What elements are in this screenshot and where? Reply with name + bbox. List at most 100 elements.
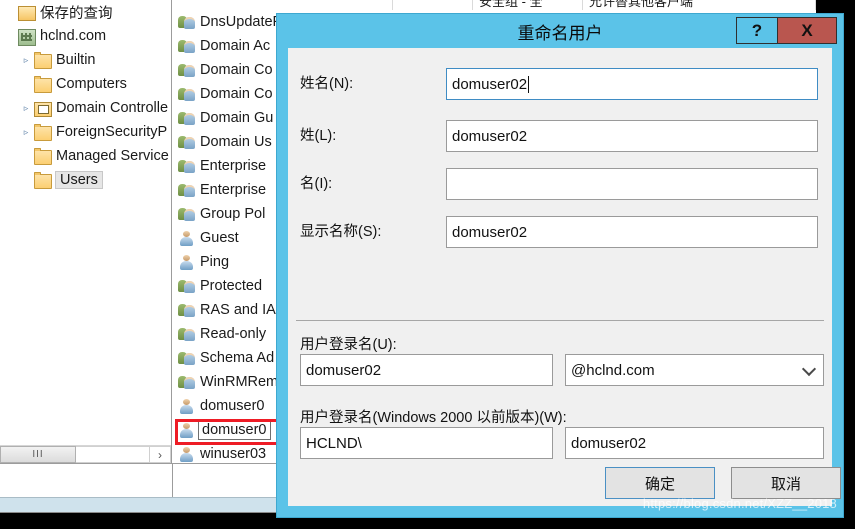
tree-item-label: Computers xyxy=(56,76,127,92)
tree-item-domain-controlle[interactable]: ▹ Domain Controlle xyxy=(0,96,171,120)
dialog-body: 姓名(N): domuser02 姓(L): domuser02 名(I): 显… xyxy=(288,48,841,506)
upn-suffix-value: @hclnd.com xyxy=(571,361,655,379)
user-icon xyxy=(178,398,196,415)
domain-icon xyxy=(18,28,36,46)
watermark-text: https://blog.csdn.net/XZZ__2018 xyxy=(642,496,837,511)
folder-icon xyxy=(34,148,52,165)
tree-item-label: 保存的查询 xyxy=(40,5,113,22)
tree-item-foreignsecurityp[interactable]: ▹ ForeignSecurityP xyxy=(0,120,171,144)
list-column-header[interactable] xyxy=(393,0,473,10)
scroll-right-arrow[interactable]: › xyxy=(149,446,171,463)
list-item-label: Protected xyxy=(200,278,263,294)
folder-icon-glyph xyxy=(34,78,52,93)
folder-icon-glyph xyxy=(34,126,52,141)
group-icon xyxy=(178,326,196,343)
domain-icon-glyph xyxy=(18,29,36,46)
tree-item-managed-service[interactable]: Managed Service xyxy=(0,144,171,168)
last-name-value: domuser02 xyxy=(452,127,528,145)
dialog-caption-buttons: ? X xyxy=(736,17,837,44)
tree-item-[interactable]: 保存的查询 xyxy=(0,0,171,24)
list-item-label: Ping xyxy=(200,254,230,270)
list-item-label: Guest xyxy=(200,230,239,246)
close-button[interactable]: X xyxy=(777,17,837,44)
ou-icon xyxy=(34,100,52,117)
scrollbar-track[interactable] xyxy=(76,446,149,463)
tree-horizontal-scrollbar[interactable]: III › xyxy=(0,445,171,463)
group-icon-glyph xyxy=(178,86,196,102)
tree-item-computers[interactable]: Computers xyxy=(0,72,171,96)
list-item-label: Read-only xyxy=(200,326,267,342)
tree-item-builtin[interactable]: ▹ Builtin xyxy=(0,48,171,72)
user-icon-glyph xyxy=(178,254,196,270)
list-item-label: Domain Us xyxy=(200,134,272,150)
list-item-label: Domain Co xyxy=(200,62,273,78)
list-item-label: DnsUpdateP xyxy=(200,14,283,30)
tree-item-label: ForeignSecurityP xyxy=(56,124,168,140)
sam-account-name-value: domuser02 xyxy=(571,434,647,452)
user-icon xyxy=(178,230,196,247)
group-icon xyxy=(178,374,196,391)
section-divider xyxy=(296,320,824,321)
scrollbar-thumb[interactable]: III xyxy=(0,446,76,463)
user-icon-glyph xyxy=(178,230,196,246)
inline-rename-input[interactable]: domuser0 xyxy=(198,420,272,440)
list-column-header[interactable]: 允许替其他客户端 xyxy=(583,0,816,10)
group-icon-glyph xyxy=(178,182,196,198)
tree-item-label: Managed Service xyxy=(56,148,169,164)
full-name-label: 姓名(N): xyxy=(300,76,354,92)
group-icon-glyph xyxy=(178,326,196,342)
user-icon-glyph xyxy=(178,446,196,462)
logon-name-input[interactable]: domuser02 xyxy=(300,354,553,386)
group-icon-glyph xyxy=(178,110,196,126)
list-item-label: RAS and IA xyxy=(200,302,276,318)
tree-item-label: Users xyxy=(55,171,103,189)
list-item-label: Domain Ac xyxy=(200,38,271,54)
group-icon xyxy=(178,350,196,367)
first-name-input[interactable] xyxy=(446,168,818,200)
cancel-button[interactable]: 取消 xyxy=(731,467,841,499)
screenshot-root: 保存的查询 hclnd.com ▹ Builtin Computers ▹ Domain C… xyxy=(0,0,855,529)
ok-button[interactable]: 确定 xyxy=(605,467,715,499)
folder-icon xyxy=(34,172,52,189)
console-tree-pane[interactable]: 保存的查询 hclnd.com ▹ Builtin Computers ▹ Domain C… xyxy=(0,0,172,463)
tree-item-hclnd-com[interactable]: hclnd.com xyxy=(0,24,171,48)
folder-icon xyxy=(34,52,52,69)
dialog-title-bar[interactable]: 重命名用户 ? X xyxy=(277,14,843,48)
rename-form: 姓名(N): domuser02 姓(L): domuser02 名(I): 显… xyxy=(288,48,832,459)
expand-arrow-icon[interactable]: ▹ xyxy=(18,127,34,137)
list-item-label: Group Pol xyxy=(200,206,266,222)
folder-icon-glyph xyxy=(34,54,52,69)
list-item-label: Enterprise xyxy=(200,158,267,174)
first-name-label: 名(I): xyxy=(300,176,333,192)
group-icon xyxy=(178,206,196,223)
chevron-down-icon xyxy=(801,361,817,377)
list-item-label: WinRMRem xyxy=(200,374,279,390)
text-caret xyxy=(528,75,530,93)
group-icon xyxy=(178,302,196,319)
user-icon-glyph xyxy=(178,398,196,414)
upn-suffix-dropdown[interactable]: @hclnd.com xyxy=(565,354,824,386)
folder-icon xyxy=(34,76,52,93)
logon-name-label: 用户登录名(U): xyxy=(300,337,397,353)
group-icon-glyph xyxy=(178,62,196,78)
expand-arrow-icon[interactable]: ▹ xyxy=(18,55,34,65)
group-icon-glyph xyxy=(178,38,196,54)
last-name-input[interactable]: domuser02 xyxy=(446,120,818,152)
expand-arrow-icon[interactable]: ▹ xyxy=(18,103,34,113)
group-icon-glyph xyxy=(178,302,196,318)
group-icon-glyph xyxy=(178,206,196,222)
list-column-header[interactable] xyxy=(173,0,393,10)
list-item-label: Domain Co xyxy=(200,86,273,102)
list-item-label: Schema Ad xyxy=(200,350,275,366)
group-icon xyxy=(178,14,196,31)
full-name-input[interactable]: domuser02 xyxy=(446,68,818,100)
tree-item-label: hclnd.com xyxy=(40,28,107,44)
display-name-input[interactable]: domuser02 xyxy=(446,216,818,248)
display-name-label: 显示名称(S): xyxy=(300,224,382,240)
tree-item-users[interactable]: Users xyxy=(0,168,171,192)
folder-icon-glyph xyxy=(34,174,52,189)
list-column-header[interactable]: 安全组 - 全 xyxy=(473,0,583,10)
help-button[interactable]: ? xyxy=(736,17,777,44)
list-column-headers[interactable]: 安全组 - 全允许替其他客户端 xyxy=(173,0,816,10)
user-icon-glyph xyxy=(178,422,196,438)
